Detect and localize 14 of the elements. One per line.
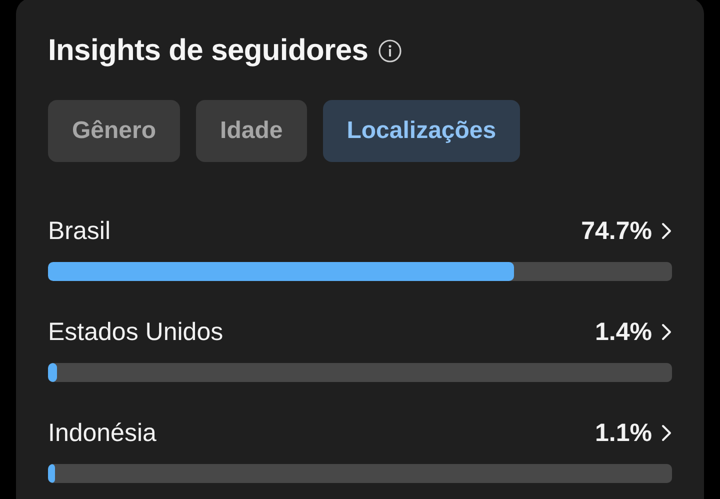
info-icon[interactable]: [378, 39, 402, 63]
percentage-value: 74.7%: [581, 216, 652, 246]
location-name: Brasil: [48, 216, 111, 246]
location-name: Estados Unidos: [48, 318, 224, 346]
chevron-right-icon[interactable]: [660, 222, 672, 240]
location-name: Indonésia: [48, 418, 156, 448]
percentage-value: 1.4%: [595, 318, 652, 346]
chevron-right-icon[interactable]: [660, 424, 672, 442]
chevron-right-icon[interactable]: [660, 323, 672, 341]
section-title: Insights de seguidores: [48, 34, 368, 68]
filter-tab[interactable]: Localizações: [322, 100, 520, 162]
percentage-value: 1.1%: [595, 418, 652, 448]
filter-tab[interactable]: Gênero: [48, 100, 180, 162]
filter-tab[interactable]: Idade: [196, 100, 307, 162]
